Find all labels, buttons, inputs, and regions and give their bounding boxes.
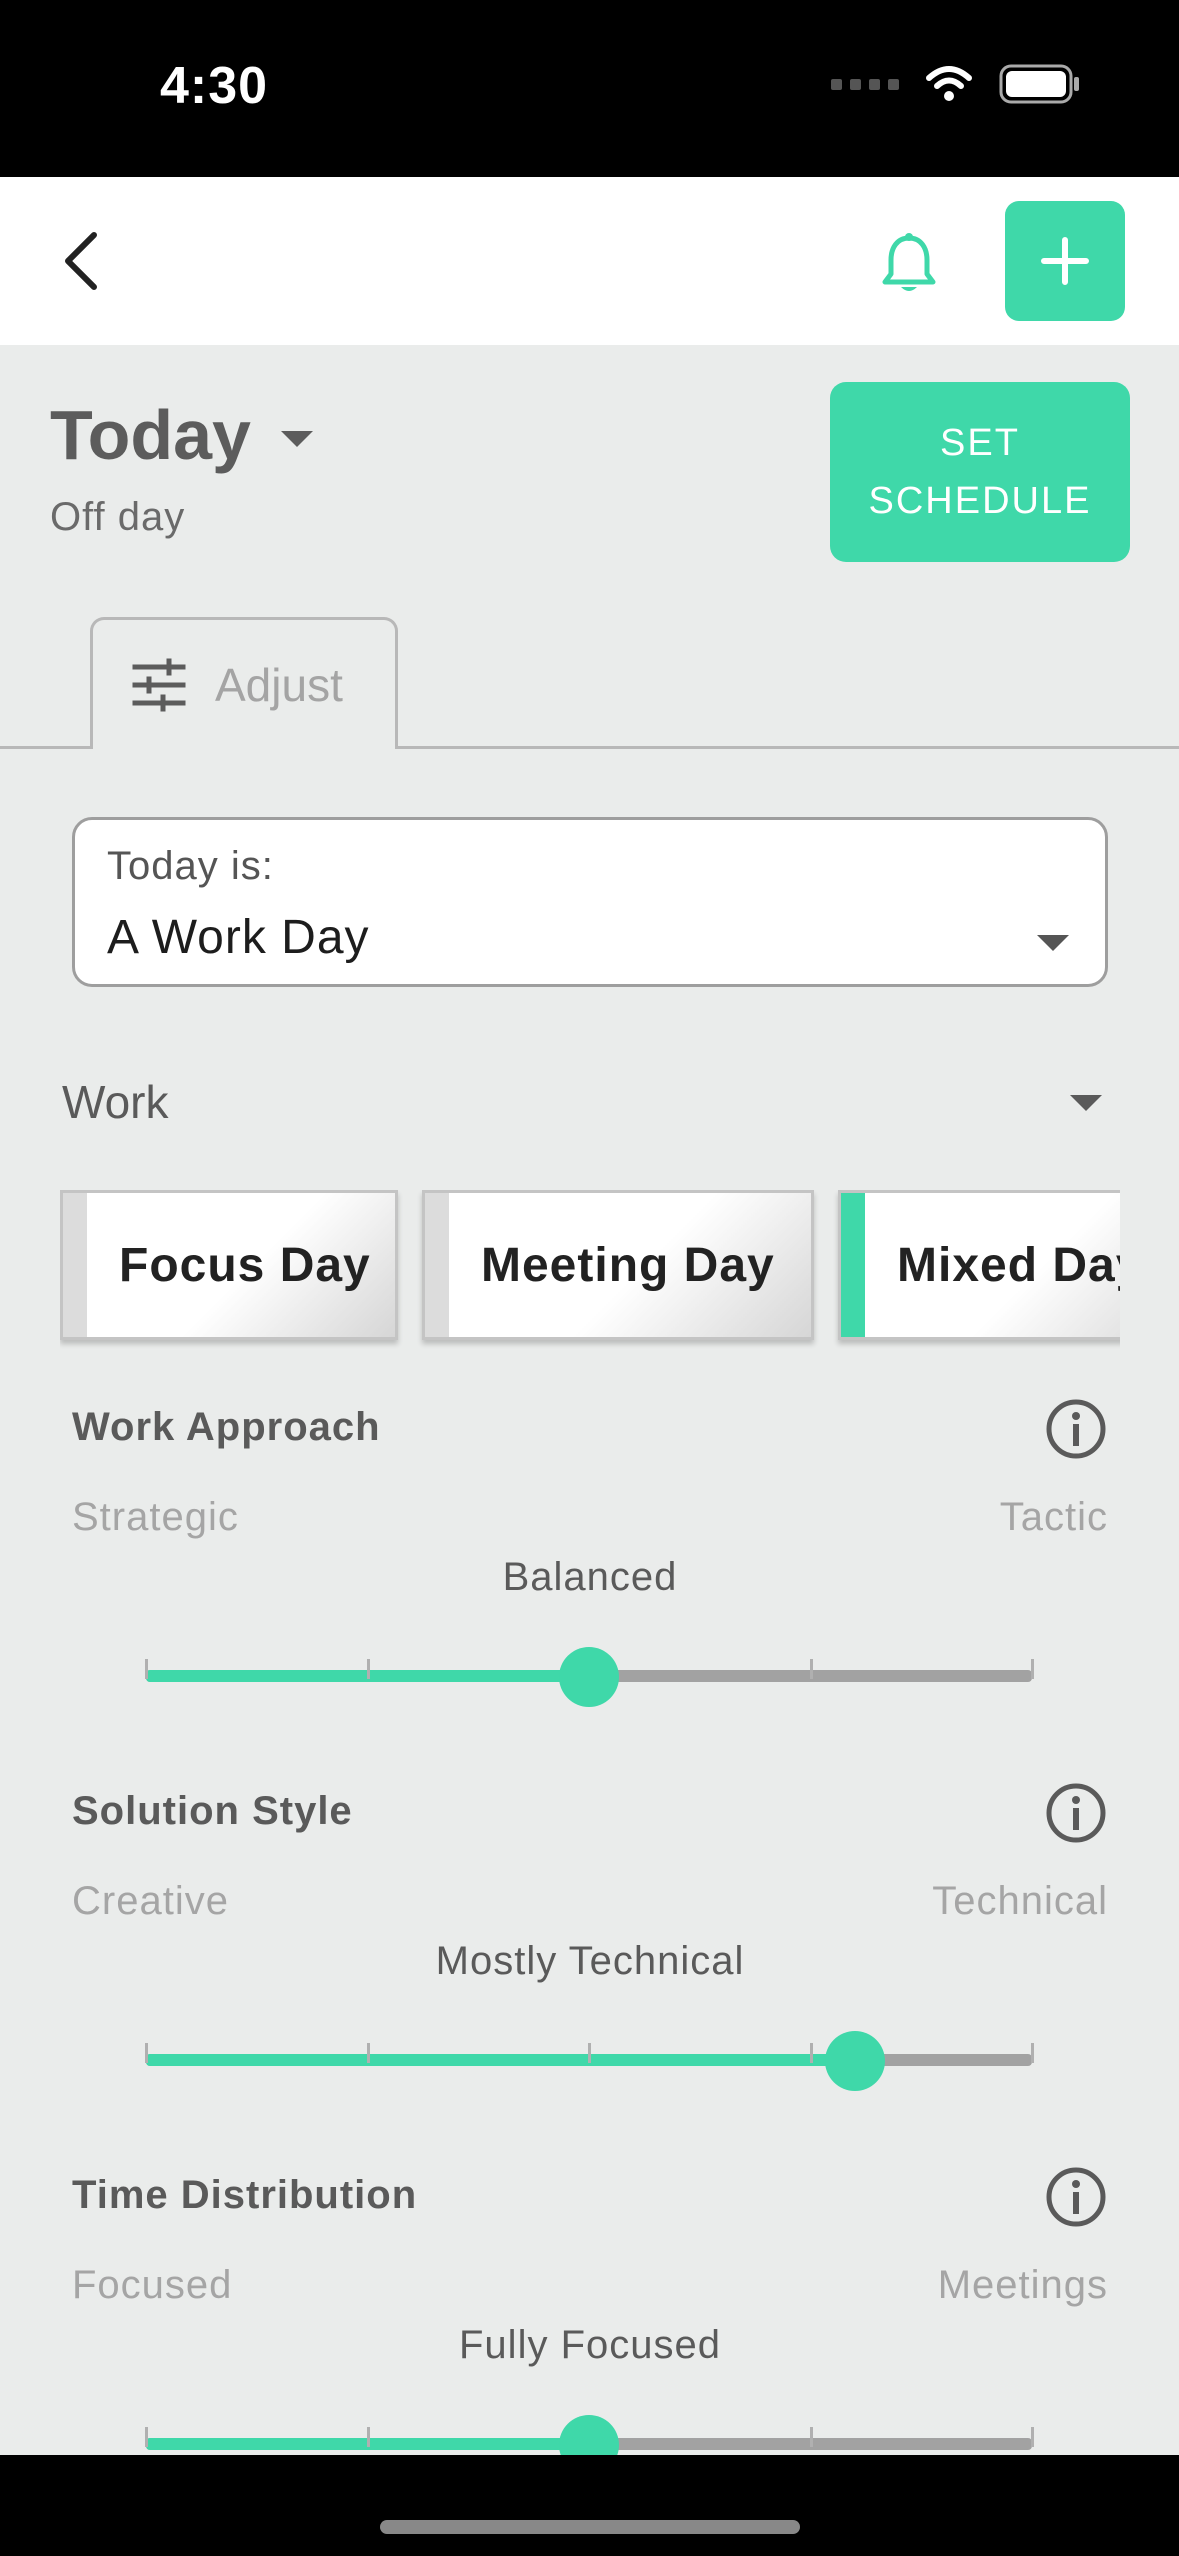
param-left-label: Focused (72, 2263, 233, 2307)
info-icon[interactable] (1044, 1781, 1108, 1845)
preset-carousel[interactable]: Focus Day Meeting Day Mixed Day (60, 1190, 1120, 1350)
param-current-value: Fully Focused (459, 2323, 721, 2367)
preset-card-strip-selected (841, 1193, 865, 1337)
back-arrow-icon (65, 232, 97, 290)
home-indicator-area (0, 2455, 1179, 2556)
info-icon[interactable] (1044, 1397, 1108, 1461)
tab-adjust[interactable]: Adjust (90, 617, 398, 749)
slider-tick (366, 1659, 370, 1679)
slider-tick (366, 2043, 370, 2063)
info-icon[interactable] (1044, 2165, 1108, 2229)
status-time: 4:30 (160, 57, 269, 115)
slider-tick (1031, 2043, 1034, 2063)
param-right-label: Technical (932, 1879, 1108, 1923)
slider-tick (1031, 2427, 1034, 2447)
category-label: Work (62, 1076, 169, 1128)
sliders-icon (132, 658, 186, 711)
nav-bar (0, 177, 1179, 345)
slider-thumb[interactable] (824, 2031, 885, 2091)
param-right-label: Meetings (937, 2263, 1108, 2307)
home-indicator[interactable] (380, 2520, 800, 2534)
plus-icon (1041, 237, 1089, 285)
slider-tick (145, 2043, 148, 2063)
set-schedule-button[interactable]: SET SCHEDULE (830, 382, 1130, 562)
tab-adjust-label: Adjust (215, 658, 343, 711)
page-title: Today (50, 396, 251, 474)
param-solution-style: Solution Style Creative Technical Mostly… (72, 1783, 1108, 2159)
day-type-label: Today is: (107, 844, 274, 888)
preset-card-strip (63, 1193, 87, 1337)
slider-tick (809, 2427, 813, 2447)
param-slider[interactable] (145, 2413, 1034, 2455)
date-selector[interactable]: Today (50, 395, 313, 475)
notifications-button[interactable] (866, 221, 952, 307)
param-title: Solution Style (72, 1789, 353, 1833)
status-bar: 4:30 (0, 0, 1179, 177)
param-left-label: Strategic (72, 1495, 239, 1539)
day-type-select[interactable]: Today is: A Work Day (72, 817, 1108, 987)
back-button[interactable] (40, 221, 120, 301)
dropdown-arrow-icon (1070, 1095, 1102, 1111)
slider-tick (588, 2043, 591, 2063)
slider-tick (809, 2043, 813, 2063)
add-button[interactable] (1005, 201, 1125, 321)
status-icons (831, 64, 1081, 104)
param-slider[interactable] (145, 2029, 1034, 2091)
slider-tick (366, 2427, 370, 2447)
preset-card-mixed-day[interactable]: Mixed Day (838, 1190, 1120, 1340)
param-time-distribution: Time Distribution Focused Meetings Fully… (72, 2167, 1108, 2455)
param-slider[interactable] (145, 1645, 1034, 1707)
slider-thumb[interactable] (559, 1647, 619, 1707)
slider-thumb[interactable] (559, 2415, 619, 2455)
slider-fill (146, 2054, 855, 2066)
main-content: Today Off day SET SCHEDULE Adjust Today … (0, 345, 1179, 2455)
caret-down-icon (280, 431, 313, 447)
battery-icon (999, 64, 1079, 104)
dropdown-arrow-icon (1037, 935, 1069, 951)
param-left-label: Creative (72, 1879, 229, 1923)
param-current-value: Balanced (502, 1555, 678, 1599)
param-current-value: Mostly Technical (435, 1939, 745, 1983)
day-type-value: A Work Day (107, 911, 370, 964)
bell-icon (882, 233, 936, 291)
wifi-icon (926, 66, 972, 101)
preset-card-strip (425, 1193, 449, 1337)
preset-card-label: Mixed Day (897, 1238, 1120, 1292)
page-subtitle: Off day (50, 495, 186, 539)
slider-tick (809, 1659, 813, 1679)
slider-tick (145, 2427, 148, 2447)
cellular-signal-icon (831, 78, 899, 90)
param-work-approach: Work Approach Strategic Tactic Balanced (72, 1399, 1108, 1775)
preset-card-focus-day[interactable]: Focus Day (60, 1190, 398, 1340)
preset-card-label: Focus Day (119, 1238, 371, 1292)
param-title: Time Distribution (72, 2173, 418, 2217)
preset-card-label: Meeting Day (481, 1238, 775, 1292)
slider-tick (1031, 1659, 1034, 1679)
preset-card-meeting-day[interactable]: Meeting Day (422, 1190, 814, 1340)
slider-tick (145, 1659, 148, 1679)
param-right-label: Tactic (999, 1495, 1108, 1539)
param-title: Work Approach (72, 1405, 381, 1449)
category-dropdown[interactable]: Work (62, 1075, 1102, 1135)
